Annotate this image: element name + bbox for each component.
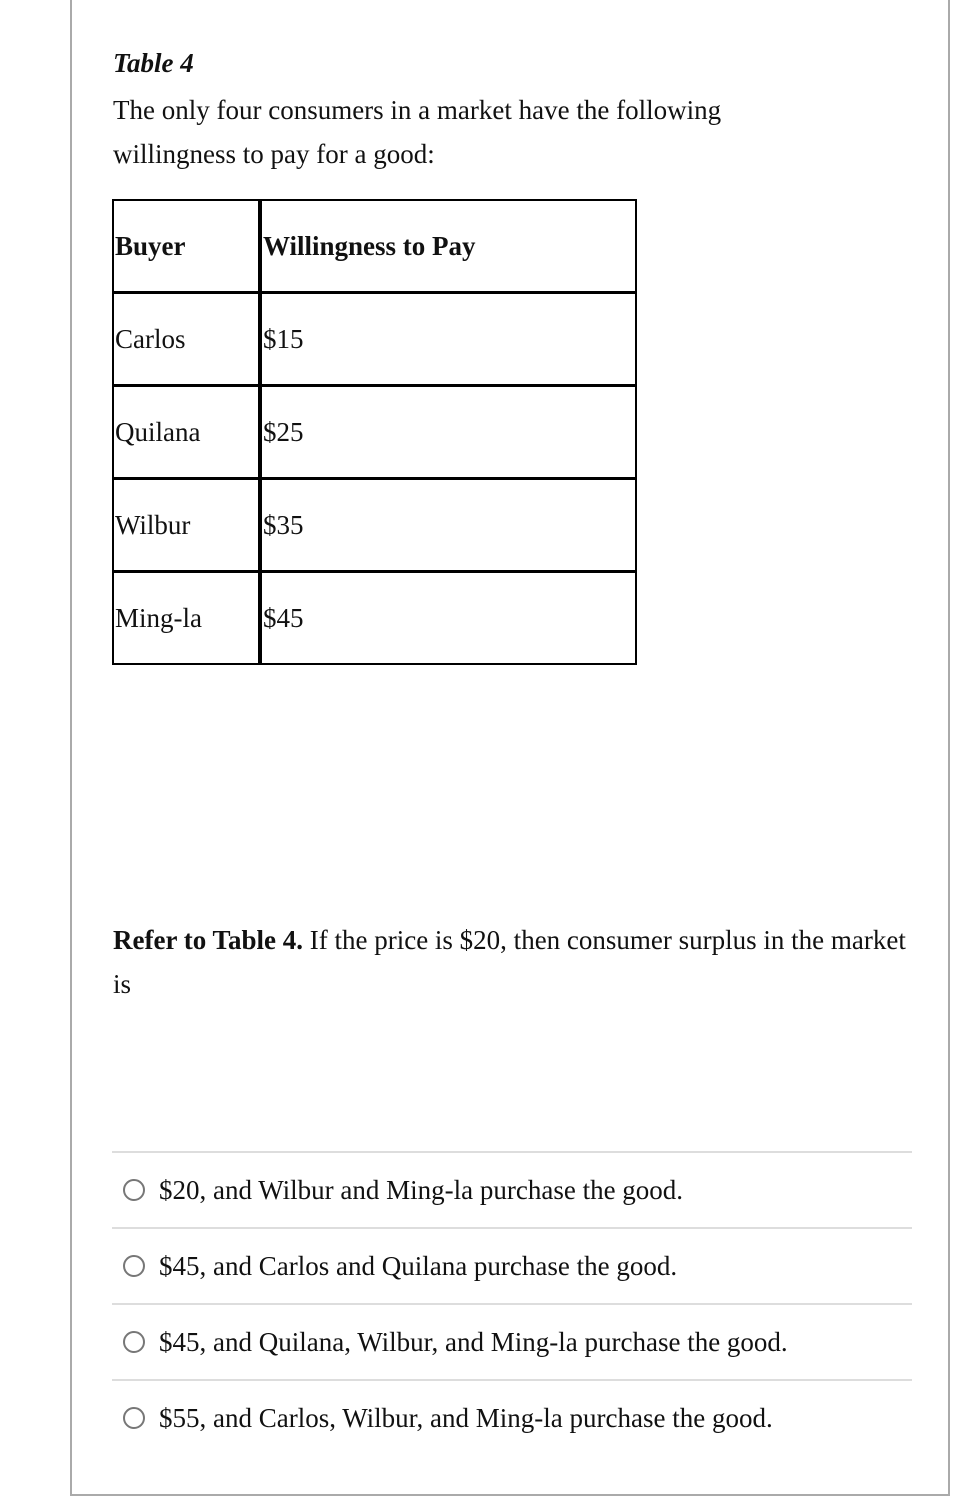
intro-text: The only four consumers in a market have…	[113, 95, 722, 169]
header-buyer: Buyer	[112, 199, 262, 294]
answer-option[interactable]: $45, and Quilana, Wilbur, and Ming-la pu…	[112, 1303, 912, 1379]
buyer-cell: Ming-la	[112, 570, 262, 665]
question-text: Refer to Table 4. If the price is $20, t…	[113, 918, 913, 1006]
header-willingness: Willingness to Pay	[258, 199, 637, 294]
buyer-cell: Quilana	[112, 384, 262, 480]
wtp-cell: $25	[258, 384, 637, 480]
radio-button[interactable]	[123, 1179, 145, 1201]
answer-option[interactable]: $45, and Carlos and Quilana purchase the…	[112, 1227, 912, 1303]
table-header-row: Buyer Willingness to Pay	[112, 199, 637, 294]
option-label: $20, and Wilbur and Ming-la purchase the…	[159, 1174, 684, 1205]
buyer-cell: Wilbur	[112, 477, 262, 573]
option-label: $55, and Carlos, Wilbur, and Ming-la pur…	[159, 1402, 773, 1433]
radio-button[interactable]	[123, 1331, 145, 1353]
table-row: Carlos $15	[112, 291, 637, 387]
wtp-cell: $35	[258, 477, 637, 573]
option-label: $45, and Quilana, Wilbur, and Ming-la pu…	[159, 1326, 788, 1357]
question-reference: Refer to Table 4.	[113, 925, 303, 955]
answer-option[interactable]: $55, and Carlos, Wilbur, and Ming-la pur…	[112, 1379, 912, 1455]
radio-button[interactable]	[123, 1407, 145, 1429]
radio-button[interactable]	[123, 1255, 145, 1277]
wtp-cell: $15	[258, 291, 637, 387]
table-row: Wilbur $35	[112, 477, 637, 573]
table-row: Ming-la $45	[112, 570, 637, 665]
buyer-cell: Carlos	[112, 291, 262, 387]
option-label: $45, and Carlos and Quilana purchase the…	[159, 1250, 678, 1281]
table-title: Table 4	[113, 48, 194, 78]
answer-options: $20, and Wilbur and Ming-la purchase the…	[112, 1151, 912, 1455]
wtp-cell: $45	[258, 570, 637, 665]
willingness-table: Buyer Willingness to Pay Carlos $15 Quil…	[112, 199, 637, 665]
table-row: Quilana $25	[112, 384, 637, 480]
answer-option[interactable]: $20, and Wilbur and Ming-la purchase the…	[112, 1151, 912, 1227]
